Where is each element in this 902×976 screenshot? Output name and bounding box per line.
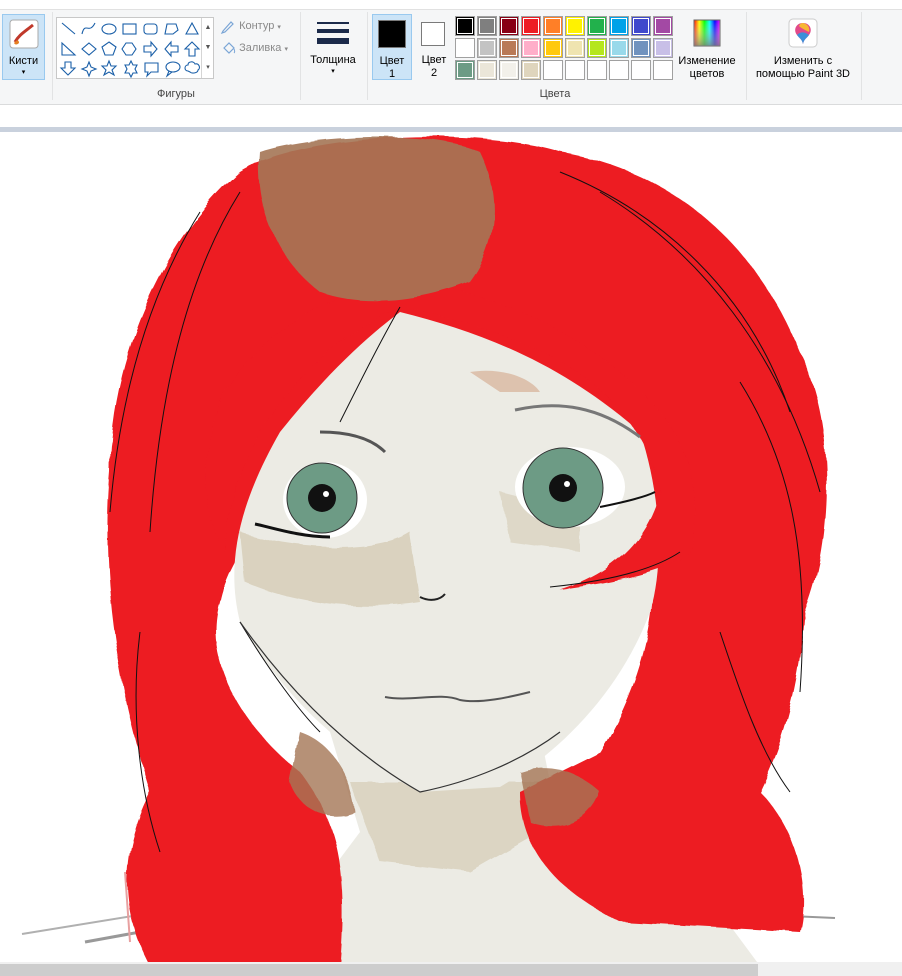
paint3d-label-2: помощью Paint 3D [755,68,851,80]
shapes-icons [59,21,201,79]
chevron-down-icon: ▾ [21,69,26,76]
colors-group-label: Цвета [539,88,571,100]
palette-swatch[interactable] [653,60,673,80]
group-separator [367,12,368,100]
palette-swatch[interactable] [609,16,629,36]
palette-swatch[interactable] [609,60,629,80]
shapes-gallery [56,17,214,79]
chevron-down-icon: ▾ [331,68,335,75]
edit-colors-label-2: цветов [689,68,725,80]
color1-label: Цвет [379,55,405,67]
palette-swatch[interactable] [521,60,541,80]
horizontal-scrollbar[interactable] [0,962,902,976]
thickness-icon [317,22,349,44]
color2-label: Цвет [421,54,447,66]
scrollbar-thumb[interactable] [0,964,758,976]
palette-swatch[interactable] [521,38,541,58]
color1-button[interactable]: Цвет 1 [372,14,412,80]
chevron-down-icon: ▾ [284,45,288,53]
palette-swatch[interactable] [565,60,585,80]
color-spectrum-icon [693,19,721,47]
pencil-outline-icon [220,21,234,35]
palette-swatch[interactable] [653,38,673,58]
chevron-down-icon: ▾ [277,23,281,31]
group-separator [746,12,747,100]
drawing-canvas[interactable] [0,132,902,967]
brushes-label: Кисти [8,55,39,67]
palette-swatch[interactable] [499,38,519,58]
palette-swatch[interactable] [455,60,475,80]
palette-swatch[interactable] [543,38,563,58]
paint3d-label-1: Изменить с [773,55,833,67]
color2-swatch [421,22,445,46]
palette-swatch[interactable] [587,60,607,80]
palette-swatch[interactable] [477,16,497,36]
palette-swatch[interactable] [543,60,563,80]
palette-swatch[interactable] [455,38,475,58]
palette-swatch[interactable] [499,60,519,80]
palette-swatch[interactable] [653,16,673,36]
color2-number: 2 [430,67,438,79]
fill-button[interactable]: Заливка ▾ [220,40,288,58]
ribbon: Кисти ▾ ▲ ▼ ▾ Контур ▾ Заливка ▾ Фигуры … [0,0,902,105]
palette-swatch[interactable] [477,38,497,58]
scroll-down-icon[interactable]: ▼ [202,38,214,58]
palette-swatch[interactable] [499,16,519,36]
brush-icon [9,19,39,49]
fill-label: Заливка [239,41,282,54]
outline-button[interactable]: Контур ▾ [220,18,281,36]
color1-swatch [378,20,406,48]
group-separator [861,12,862,100]
color2-button[interactable]: Цвет 2 [414,14,454,80]
group-separator [300,12,301,100]
palette-swatch[interactable] [587,16,607,36]
shapes-gallery-scrollbar[interactable]: ▲ ▼ ▾ [201,18,214,78]
palette-swatch[interactable] [609,38,629,58]
palette-swatch[interactable] [631,38,651,58]
edit-with-paint3d-button[interactable]: Изменить с помощью Paint 3D [750,14,856,80]
fill-bucket-icon [223,42,236,54]
outline-label: Контур [239,19,275,32]
paint3d-icon [788,18,818,48]
palette-swatch[interactable] [521,16,541,36]
palette-swatch[interactable] [587,38,607,58]
palette-swatch[interactable] [477,60,497,80]
palette-swatch[interactable] [543,16,563,36]
palette-swatch[interactable] [631,60,651,80]
color1-number: 1 [388,68,396,80]
palette-swatch[interactable] [565,16,585,36]
ribbon-tab-strip [0,0,902,10]
palette-swatch[interactable] [565,38,585,58]
gallery-expand-icon[interactable]: ▾ [202,58,214,78]
shapes-group-label: Фигуры [157,88,195,100]
group-separator [52,12,53,100]
painting-red-haired-girl [21,136,836,967]
palette-swatch[interactable] [631,16,651,36]
edit-colors-label-1: Изменение [678,55,736,67]
brushes-button[interactable]: Кисти ▾ [2,14,45,80]
palette-swatch[interactable] [455,16,475,36]
thickness-label: Толщина [310,54,356,66]
edit-colors-button[interactable]: Изменение цветов [674,14,740,80]
scroll-up-icon[interactable]: ▲ [202,18,214,38]
thickness-button[interactable]: Толщина ▾ [304,14,362,80]
